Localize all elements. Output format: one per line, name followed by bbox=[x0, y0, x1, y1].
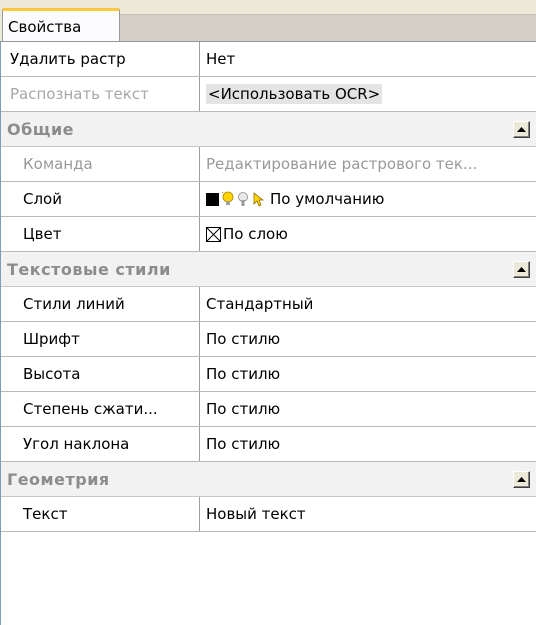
category-geometry[interactable]: Геометрия bbox=[1, 462, 536, 497]
property-name: Цвет bbox=[1, 217, 200, 251]
property-name: Угол наклона bbox=[1, 427, 200, 461]
property-name: Распознать текст bbox=[1, 77, 200, 111]
property-row-color[interactable]: Цвет По слою bbox=[1, 217, 536, 252]
property-row-font[interactable]: Шрифт По стилю bbox=[1, 322, 536, 357]
property-name: Стили линий bbox=[1, 287, 200, 321]
property-value[interactable]: Нет bbox=[200, 42, 536, 76]
property-name: Слой bbox=[1, 182, 200, 216]
color-swatch-icon bbox=[206, 192, 219, 206]
category-general[interactable]: Общие bbox=[1, 112, 536, 147]
category-title: Геометрия bbox=[7, 469, 110, 489]
color-value-text: По слою bbox=[223, 225, 288, 243]
property-row-height[interactable]: Высота По стилю bbox=[1, 357, 536, 392]
property-row-delete-raster[interactable]: Удалить растр Нет bbox=[1, 42, 536, 77]
property-value[interactable]: По стилю bbox=[200, 392, 536, 426]
tab-properties[interactable]: Свойства bbox=[2, 8, 120, 42]
property-value[interactable]: Новый текст bbox=[200, 497, 536, 531]
property-value[interactable]: Редактирование растрового тек... bbox=[200, 147, 536, 181]
lock-icon bbox=[253, 192, 264, 207]
property-row-oblique-angle[interactable]: Угол наклона По стилю bbox=[1, 427, 536, 462]
lightbulb-icon bbox=[222, 191, 234, 205]
property-value[interactable]: Стандартный bbox=[200, 287, 536, 321]
property-row-layer[interactable]: Слой По умолчанию bbox=[1, 182, 536, 217]
property-name: Шрифт bbox=[1, 322, 200, 356]
property-value[interactable]: <Использовать OCR> bbox=[200, 77, 536, 111]
collapse-up-icon[interactable] bbox=[513, 471, 530, 488]
property-value[interactable]: По слою bbox=[200, 217, 536, 251]
category-title: Текстовые стили bbox=[7, 259, 171, 279]
property-value[interactable]: По умолчанию bbox=[200, 182, 536, 216]
color-box-icon bbox=[206, 226, 221, 242]
property-name: Высота bbox=[1, 357, 200, 391]
tab-strip-background bbox=[120, 14, 536, 41]
category-text-styles[interactable]: Текстовые стили bbox=[1, 252, 536, 287]
property-name: Степень сжати... bbox=[1, 392, 200, 426]
property-name: Удалить растр bbox=[1, 42, 200, 76]
collapse-up-icon[interactable] bbox=[513, 261, 530, 278]
property-row-compression[interactable]: Степень сжати... По стилю bbox=[1, 392, 536, 427]
tab-properties-label: Свойства bbox=[8, 17, 82, 36]
property-value-highlight[interactable]: <Использовать OCR> bbox=[206, 84, 383, 104]
tab-bar: Свойства bbox=[0, 0, 536, 42]
property-grid: Удалить растр Нет Распознать текст <Испо… bbox=[0, 42, 536, 625]
property-row-text[interactable]: Текст Новый текст bbox=[1, 497, 536, 532]
property-value[interactable]: По стилю bbox=[200, 322, 536, 356]
property-row-recognize-text[interactable]: Распознать текст <Использовать OCR> bbox=[1, 77, 536, 112]
property-value[interactable]: По стилю bbox=[200, 357, 536, 391]
category-title: Общие bbox=[7, 119, 75, 139]
property-value[interactable]: По стилю bbox=[200, 427, 536, 461]
property-row-command[interactable]: Команда Редактирование растрового тек... bbox=[1, 147, 536, 182]
layer-value-text: По умолчанию bbox=[270, 190, 385, 208]
freeze-icon bbox=[238, 192, 248, 206]
property-row-line-styles[interactable]: Стили линий Стандартный bbox=[1, 287, 536, 322]
property-name: Команда bbox=[1, 147, 200, 181]
property-name: Текст bbox=[1, 497, 200, 531]
collapse-up-icon[interactable] bbox=[513, 121, 530, 138]
